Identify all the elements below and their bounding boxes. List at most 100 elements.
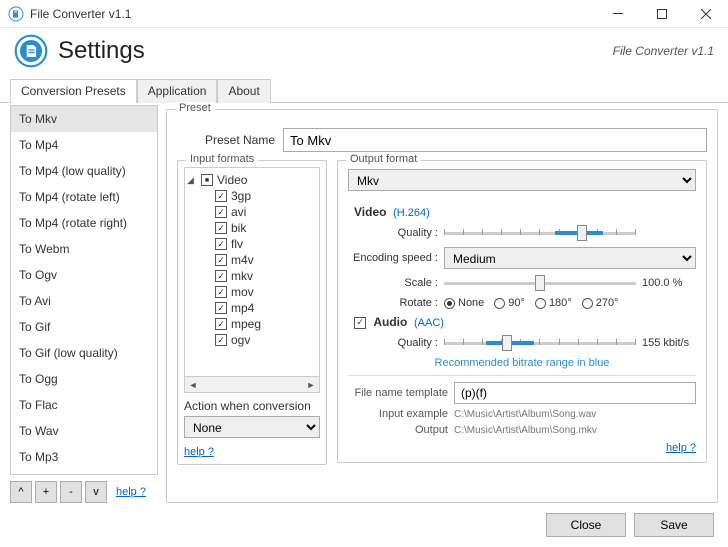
preset-item[interactable]: To Ogv (11, 262, 157, 288)
format-tree[interactable]: ◢ Video 3gp avi bik flv m4v mkv mov mp4 (184, 167, 320, 377)
output-legend: Output format (346, 153, 421, 165)
footer: Close Save (0, 503, 728, 547)
tab-application[interactable]: Application (137, 79, 218, 103)
format-item[interactable]: mov (187, 284, 317, 300)
preset-item[interactable]: To Mp4 (11, 132, 157, 158)
scroll-left-icon[interactable]: ◄ (185, 377, 201, 392)
scroll-right-icon[interactable]: ► (303, 377, 319, 392)
preset-item[interactable]: To Mp4 (rotate right) (11, 210, 157, 236)
format-item[interactable]: flv (187, 236, 317, 252)
format-checkbox[interactable] (215, 318, 227, 330)
format-checkbox[interactable] (215, 222, 227, 234)
encoding-speed-label: Encoding speed : (348, 252, 438, 264)
rotate-label: Rotate : (348, 297, 438, 309)
format-checkbox[interactable] (215, 302, 227, 314)
format-item[interactable]: bik (187, 220, 317, 236)
maximize-button[interactable] (640, 0, 684, 28)
format-checkbox[interactable] (215, 286, 227, 298)
page-title: Settings (58, 37, 613, 65)
list-controls: ^ + - v help ? (10, 475, 158, 503)
output-format-select[interactable]: Mkv (348, 169, 696, 191)
inputs-fieldset: Input formats ◢ Video 3gp avi bik flv (177, 160, 327, 465)
preset-item[interactable]: To Gif (11, 314, 157, 340)
format-item[interactable]: ogv (187, 332, 317, 348)
output-example-value: C:\Music\Artist\Album\Song.mkv (454, 425, 696, 436)
rotate-none[interactable]: None (444, 297, 484, 309)
preset-item[interactable]: To Wav (11, 418, 157, 444)
app-icon (14, 34, 48, 68)
format-checkbox[interactable] (215, 206, 227, 218)
scale-value: 100.0 % (642, 277, 696, 289)
scale-label: Scale : (348, 277, 438, 289)
audio-quality-slider[interactable] (444, 333, 636, 353)
encoding-speed-select[interactable]: Medium (444, 247, 696, 269)
format-checkbox[interactable] (215, 254, 227, 266)
content: To Mkv To Mp4 To Mp4 (low quality) To Mp… (0, 103, 728, 503)
preset-item[interactable]: To Gif (low quality) (11, 340, 157, 366)
audio-section-head: Audio (AAC) (354, 315, 696, 329)
header: Settings File Converter v1.1 (0, 28, 728, 78)
move-up-button[interactable]: ^ (10, 481, 32, 503)
left-panel: To Mkv To Mp4 To Mp4 (low quality) To Mp… (10, 105, 158, 503)
preset-item[interactable]: To Mp4 (low quality) (11, 158, 157, 184)
add-preset-button[interactable]: + (35, 481, 57, 503)
input-example-label: Input example (348, 408, 448, 420)
video-quality-slider[interactable] (444, 223, 636, 243)
titlebar: File Converter v1.1 (0, 0, 728, 28)
help-link-output[interactable]: help ? (666, 442, 696, 454)
audio-quality-value: 155 kbit/s (642, 337, 696, 349)
collapse-icon[interactable]: ◢ (187, 175, 197, 186)
tabs-bar: Conversion Presets Application About (0, 78, 728, 103)
app-icon-small (8, 6, 24, 22)
format-item[interactable]: m4v (187, 252, 317, 268)
format-checkbox[interactable] (215, 190, 227, 202)
help-link-presets[interactable]: help ? (116, 486, 146, 498)
preset-legend: Preset (175, 102, 215, 114)
format-item[interactable]: 3gp (187, 188, 317, 204)
preset-item[interactable]: To Mp3 (11, 444, 157, 470)
format-item[interactable]: mpeg (187, 316, 317, 332)
preset-item[interactable]: To Flac (11, 392, 157, 418)
move-down-button[interactable]: v (85, 481, 107, 503)
audio-enable-checkbox[interactable] (354, 317, 366, 329)
format-item[interactable]: avi (187, 204, 317, 220)
save-button[interactable]: Save (634, 513, 714, 537)
scale-slider[interactable] (444, 273, 636, 293)
help-link-inputs[interactable]: help ? (184, 446, 214, 458)
preset-name-input[interactable] (283, 128, 707, 152)
format-item[interactable]: mkv (187, 268, 317, 284)
rotate-90[interactable]: 90° (494, 297, 525, 309)
audio-quality-label: Quality : (348, 337, 438, 349)
tree-group[interactable]: ◢ Video (187, 172, 317, 188)
page-subtitle: File Converter v1.1 (613, 44, 714, 58)
file-template-input[interactable] (454, 382, 696, 404)
window-title: File Converter v1.1 (30, 7, 596, 21)
tab-about[interactable]: About (217, 79, 270, 103)
video-quality-label: Quality : (348, 227, 438, 239)
format-item[interactable]: mp4 (187, 300, 317, 316)
group-checkbox[interactable] (201, 174, 213, 186)
preset-item[interactable]: To Mp4 (rotate left) (11, 184, 157, 210)
minimize-button[interactable] (596, 0, 640, 28)
format-checkbox[interactable] (215, 334, 227, 346)
preset-name-row: Preset Name (205, 128, 707, 152)
close-window-button[interactable] (684, 0, 728, 28)
remove-preset-button[interactable]: - (60, 481, 82, 503)
format-checkbox[interactable] (215, 238, 227, 250)
preset-fieldset: Preset Preset Name Input formats ◢ Video (166, 109, 718, 503)
preset-item[interactable]: To Avi (11, 288, 157, 314)
format-checkbox[interactable] (215, 270, 227, 282)
tree-h-scrollbar[interactable]: ◄► (184, 377, 320, 393)
preset-item[interactable]: To Ogg (11, 366, 157, 392)
recommended-text: Recommended bitrate range in blue (348, 357, 696, 369)
tab-conversion-presets[interactable]: Conversion Presets (10, 79, 137, 103)
preset-list[interactable]: To Mkv To Mp4 To Mp4 (low quality) To Mp… (10, 105, 158, 475)
output-example-label: Output (348, 424, 448, 436)
rotate-270[interactable]: 270° (582, 297, 619, 309)
preset-item[interactable]: To Mkv (11, 106, 157, 132)
close-button[interactable]: Close (546, 513, 626, 537)
preset-item[interactable]: To Webm (11, 236, 157, 262)
file-template-label: File name template (348, 387, 448, 399)
action-select[interactable]: None (184, 416, 320, 438)
rotate-180[interactable]: 180° (535, 297, 572, 309)
